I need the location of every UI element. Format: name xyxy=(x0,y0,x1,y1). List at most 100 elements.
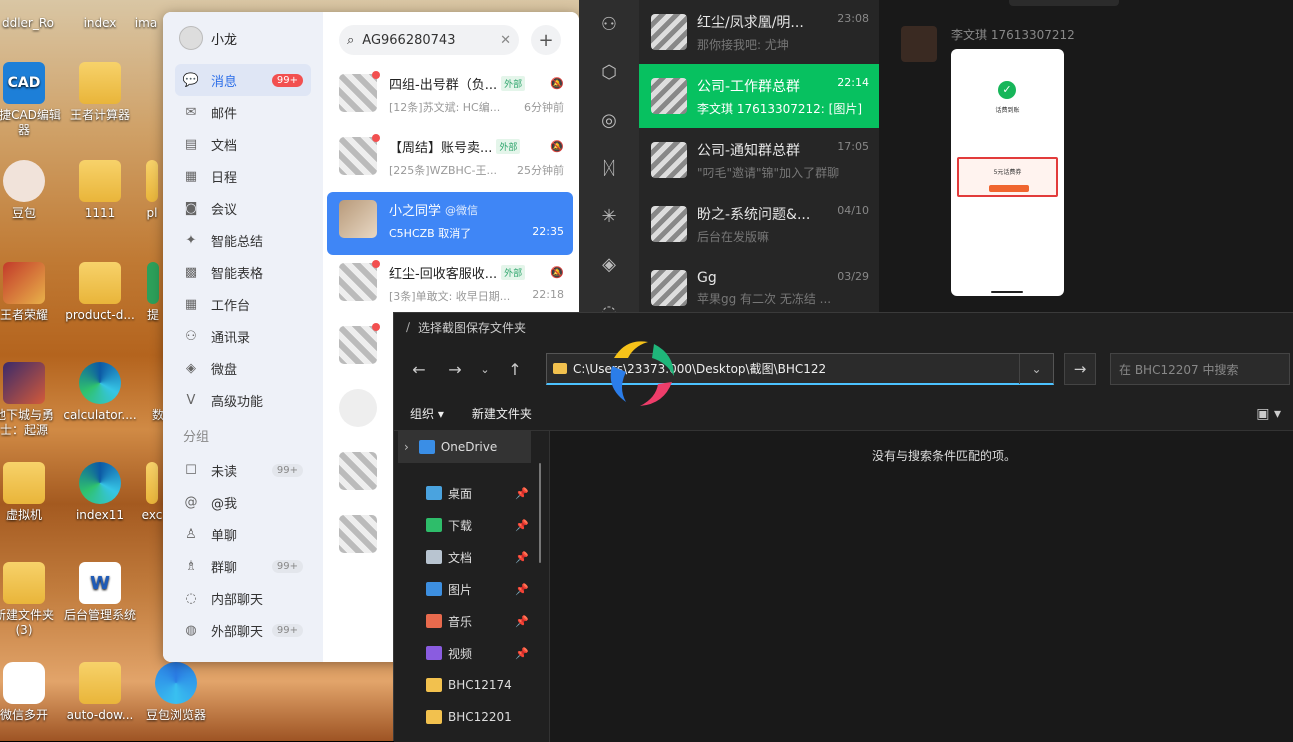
sidebar-item-mail[interactable]: ✉ 邮件 xyxy=(175,96,311,128)
user-profile[interactable]: 小龙 xyxy=(163,12,323,64)
moments-icon[interactable]: ◎ xyxy=(579,96,639,144)
conversation-time: 22:18 xyxy=(532,288,564,301)
image-message[interactable]: ✓ 话费到账 5元话费券 xyxy=(951,49,1064,296)
search-input[interactable]: ⌕ AG966280743 ✕ xyxy=(339,25,519,55)
nav-pane-item[interactable]: BHC12174 xyxy=(394,669,549,701)
new-folder-button[interactable]: 新建文件夹 xyxy=(472,405,532,422)
mute-icon: 🔕 xyxy=(550,140,564,153)
wechat-conversation-item[interactable]: 红尘/凤求凰/明... 23:08 那你接我吧: 尤坤 xyxy=(639,0,879,64)
desktop-icon-edge[interactable]: index11 xyxy=(62,462,138,523)
desktop-icon-wechat-multi[interactable]: 微信多开 xyxy=(0,662,62,723)
avatar[interactable] xyxy=(901,26,937,62)
up-button[interactable]: ↑ xyxy=(500,354,530,384)
avatar[interactable] xyxy=(179,26,203,50)
box-icon[interactable]: ⬡ xyxy=(579,48,639,96)
wechat-conversation-item[interactable]: 公司-通知群总群 17:05 "叼毛"邀请"锦"加入了群聊 xyxy=(639,128,879,192)
go-button[interactable]: → xyxy=(1064,353,1096,385)
unread-dot xyxy=(372,260,380,268)
view-options-icon[interactable]: ▣ ▾ xyxy=(1256,406,1281,422)
forward-button[interactable]: → xyxy=(440,354,470,384)
pin-icon: 📌 xyxy=(515,550,529,564)
unread-icon: ☐ xyxy=(185,462,197,478)
organize-button[interactable]: 组织 ▾ xyxy=(410,405,444,422)
desktop-icon-folder[interactable]: 虚拟机 xyxy=(0,462,62,523)
desktop-icon[interactable]: pl xyxy=(140,160,164,221)
group-item-external-chat[interactable]: ◍ 外部聊天 99+ xyxy=(175,614,311,646)
wechat-conversation-item[interactable]: Gg 03/29 苹果gg 有二次 无冻结 ... xyxy=(639,256,879,320)
desktop-icon-game[interactable]: 王者荣耀 xyxy=(0,262,62,323)
desktop-icon-edge[interactable]: calculator.... xyxy=(62,362,138,423)
mini-program-icon[interactable]: ◈ xyxy=(579,240,639,288)
desktop-icon-game[interactable]: 地下城与勇士：起源 xyxy=(0,362,62,438)
chevron-down-icon[interactable]: ⌄ xyxy=(1019,354,1053,384)
desktop-icon-folder[interactable]: auto-dow... xyxy=(62,662,138,723)
add-button[interactable]: + xyxy=(531,25,561,55)
navigation-pane: › OneDrive 桌面 📌 下载 📌 文档 📌 图片 📌 音乐 📌 视频 📌 BHC12174 BHC12… xyxy=(394,431,550,742)
nav-pane-item[interactable]: 桌面 📌 xyxy=(394,477,549,509)
nav-pane-item[interactable]: BHC12201 xyxy=(394,701,549,733)
wechat-conversation-item[interactable]: 盼之-系统问题&... 04/10 后台在发版嘛 xyxy=(639,192,879,256)
sidebar-item-disk[interactable]: ◈ 微盘 xyxy=(175,352,311,384)
folder-icon xyxy=(426,710,442,724)
conversation-item[interactable]: 【周结】账号卖... 外部 🔕 [225条]WZBHC-王... 25分钟前 xyxy=(327,129,573,192)
desktop-icon-word[interactable]: W 后台管理系统 xyxy=(62,562,138,623)
nav-pane-item[interactable]: 图片 📌 xyxy=(394,573,549,605)
wechat-icon xyxy=(3,662,45,704)
expand-icon[interactable]: › xyxy=(404,440,409,454)
folder-icon xyxy=(79,160,121,202)
desktop-icon[interactable]: exc xyxy=(140,462,164,523)
group-item-person[interactable]: ♙ 单聊 xyxy=(175,518,311,550)
group-item-unread[interactable]: ☐ 未读 99+ xyxy=(175,454,311,486)
sidebar-item-advanced[interactable]: V 高级功能 xyxy=(175,384,311,416)
group-item-chat[interactable]: ◌ 内部聊天 xyxy=(175,582,311,614)
nav-pane-item[interactable]: 下载 📌 xyxy=(394,509,549,541)
desktop-icon-cad[interactable]: CAD 迅捷CAD编辑器 xyxy=(0,62,62,138)
conversation-item[interactable]: 小之同学 @微信 C5HCZB 取消了 22:35 xyxy=(327,192,573,255)
sidebar-item-doc[interactable]: ▤ 文档 xyxy=(175,128,311,160)
desktop-icon-folder[interactable]: product-d... xyxy=(62,262,138,323)
external-tag: 外部 xyxy=(501,76,526,91)
desktop-icon-doubao-browser[interactable]: 豆包浏览器 xyxy=(138,662,214,723)
group-item-label: @我 xyxy=(211,496,238,512)
sidebar-item-table[interactable]: ▩ 智能表格 xyxy=(175,256,311,288)
desktop-icon[interactable]: ima xyxy=(126,0,166,31)
nav-pane-item[interactable]: 音乐 📌 xyxy=(394,605,549,637)
conversation-preview: 李文琪 17613307212: [图片] xyxy=(697,101,863,116)
contacts-icon[interactable]: ⚇ xyxy=(579,0,639,48)
sidebar-item-calendar[interactable]: ▦ 日程 xyxy=(175,160,311,192)
sidebar-item-sparkle[interactable]: ✦ 智能总结 xyxy=(175,224,311,256)
desktop-icon-label: 豆包浏览器 xyxy=(145,708,206,722)
sidebar-item-meeting[interactable]: ◙ 会议 xyxy=(175,192,311,224)
wechat-conversation-item[interactable]: 公司-工作群总群 22:14 李文琪 17613307212: [图片] xyxy=(639,64,879,128)
nav-pane-item[interactable]: 视频 📌 xyxy=(394,637,549,669)
conversation-time: 04/10 xyxy=(837,203,869,217)
desktop-icon-label: 地下城与勇士：起源 xyxy=(0,408,54,437)
search-input[interactable]: 在 BHC12207 中搜索 xyxy=(1110,353,1290,385)
channels-icon[interactable]: ᛞ xyxy=(579,144,639,192)
nav-pane-item[interactable]: › OneDrive xyxy=(398,431,531,463)
avatar xyxy=(339,71,380,112)
sidebar-item-contacts[interactable]: ⚇ 通讯录 xyxy=(175,320,311,352)
mute-icon: 🔕 xyxy=(550,77,564,90)
back-button[interactable]: ← xyxy=(404,354,434,384)
desktop-icon[interactable]: 提 xyxy=(142,262,164,323)
desktop-icon-folder[interactable]: 新建文件夹 (3) xyxy=(0,562,62,638)
folder-icon xyxy=(3,462,45,504)
conversation-preview: 那你接我吧: 尤坤 xyxy=(697,37,789,52)
desktop-icon[interactable]: ddler_Ro xyxy=(0,0,66,31)
conversation-item[interactable]: 红尘-回收客服收... 外部 🔕 [3条]单敢文: 收早日期... 22:18 xyxy=(327,255,573,318)
conversation-item[interactable]: 四组-出号群（负... 外部 🔕 [12条]苏文斌: HC编... 6分钟前 xyxy=(327,66,573,129)
sidebar-item-message[interactable]: 💬 消息 99+ xyxy=(175,64,311,96)
sidebar-item-grid[interactable]: ▦ 工作台 xyxy=(175,288,311,320)
clear-icon[interactable]: ✕ xyxy=(500,33,511,48)
scrollbar[interactable] xyxy=(539,463,541,563)
nav-pane-item[interactable]: 文档 📌 xyxy=(394,541,549,573)
search-feed-icon[interactable]: ✳ xyxy=(579,192,639,240)
recent-dropdown[interactable]: ⌄ xyxy=(476,354,494,384)
desktop-icon-doubao[interactable]: 豆包 xyxy=(0,160,62,221)
count-badge: 99+ xyxy=(271,623,303,637)
desktop-icon-folder[interactable]: 1111 xyxy=(62,160,138,221)
group-item-at[interactable]: @ @我 xyxy=(175,486,311,518)
desktop-icon-folder[interactable]: 王者计算器 xyxy=(62,62,138,123)
group-item-group[interactable]: ♗ 群聊 99+ xyxy=(175,550,311,582)
